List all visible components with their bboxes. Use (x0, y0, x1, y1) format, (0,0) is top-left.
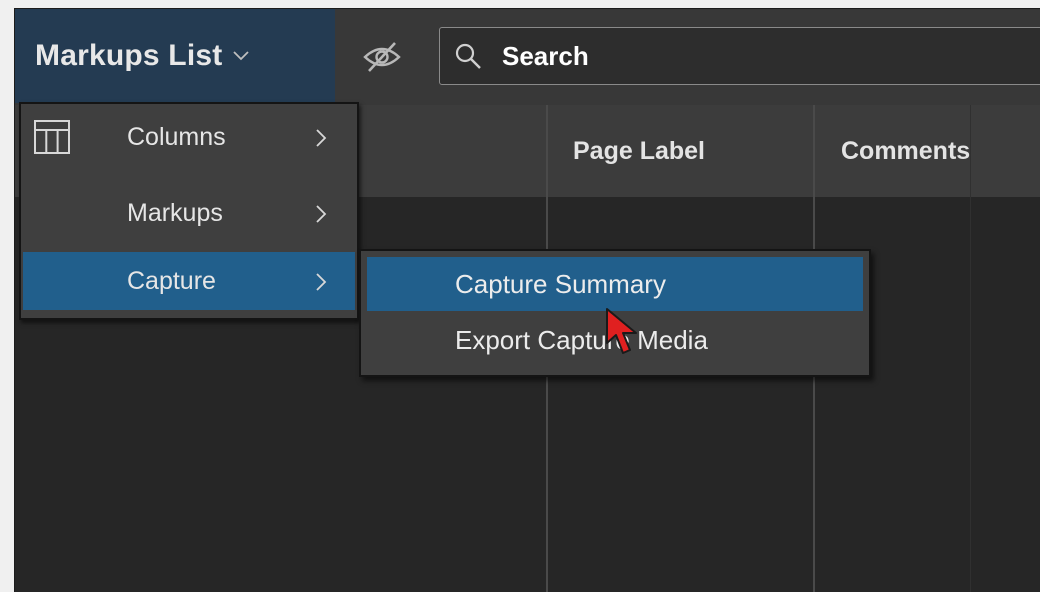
column-header-comments[interactable]: Comments (841, 105, 970, 197)
search-box[interactable] (439, 27, 1040, 85)
menu-item-markups[interactable]: Markups (23, 184, 355, 242)
toolbar: Markups List (15, 9, 1040, 105)
menu-item-label: Markups (127, 199, 223, 227)
menu-item-columns[interactable]: Columns (23, 108, 355, 166)
markups-list-dropdown-button[interactable]: Markups List (15, 9, 335, 103)
search-icon (455, 43, 481, 69)
menu-item-capture[interactable]: Capture (23, 252, 355, 310)
chevron-right-icon (316, 273, 327, 291)
chevron-down-icon (233, 51, 250, 61)
mouse-pointer-icon (606, 308, 637, 354)
menu-item-label: Capture (127, 267, 216, 295)
chevron-right-icon (316, 129, 327, 147)
menu-item-capture-summary[interactable]: Capture Summary (367, 257, 863, 311)
column-header-page-label[interactable]: Page Label (573, 105, 705, 197)
columns-grid-icon (34, 120, 70, 154)
markups-list-panel: Markups List Page Label Comments (14, 8, 1040, 592)
eye-off-icon[interactable] (361, 39, 403, 75)
menu-item-label: Columns (127, 123, 226, 151)
menu-item-label: Capture Summary (455, 269, 666, 299)
chevron-right-icon (316, 205, 327, 223)
panel-title: Markups List (35, 39, 223, 72)
markups-list-menu: Columns Markups Capture (19, 102, 359, 320)
search-input[interactable] (500, 39, 1040, 73)
menu-item-label: Export Capture Media (455, 325, 708, 355)
